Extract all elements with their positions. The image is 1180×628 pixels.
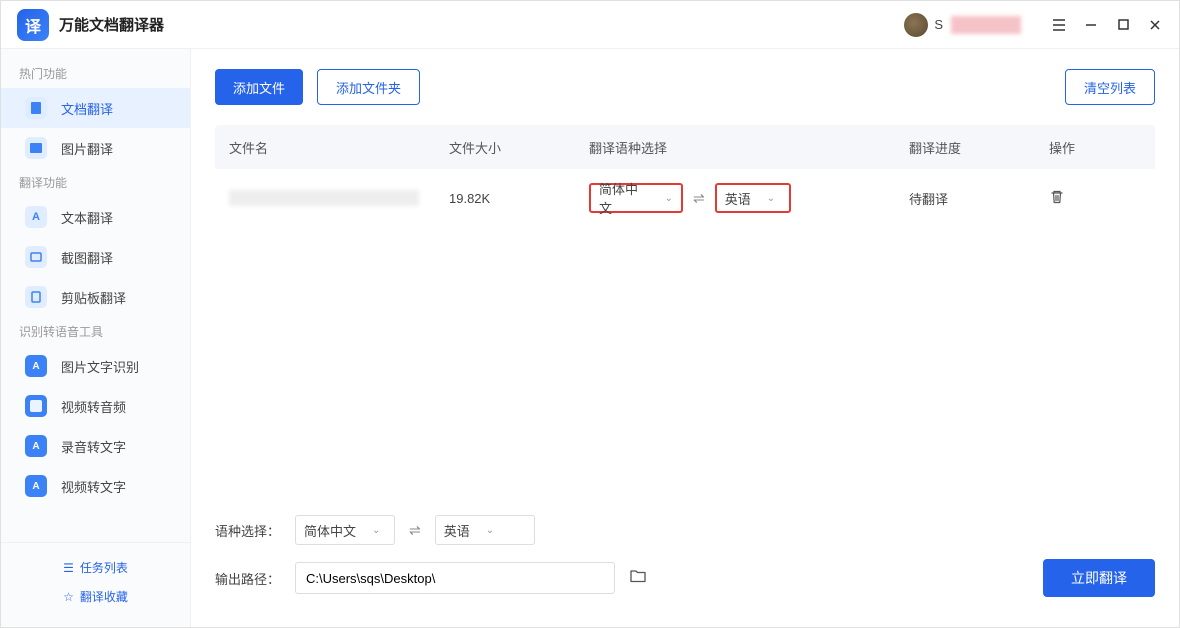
sidebar: 热门功能 文档翻译 图片翻译 翻译功能 A 文本翻译 截图翻译 剪贴板翻译 识别… (1, 49, 191, 627)
sidebar-item-screenshot-translate[interactable]: 截图翻译 (1, 237, 190, 277)
main-content: 添加文件 添加文件夹 清空列表 文件名 文件大小 翻译语种选择 翻译进度 操作 … (191, 49, 1179, 627)
bottom-controls: 语种选择： 简体中文 ⌄ ⇌ 英语 ⌄ 输出路径： 立即翻译 (215, 499, 1155, 611)
file-size-value: 19.82K (449, 191, 589, 206)
sidebar-section-hot: 热门功能 (1, 59, 190, 88)
sidebar-item-label: 视频转音频 (61, 397, 126, 416)
sidebar-item-video-to-audio[interactable]: 视频转音频 (1, 386, 190, 426)
sidebar-item-label: 图片文字识别 (61, 357, 139, 376)
titlebar: 译 万能文档翻译器 S (1, 1, 1179, 49)
global-lang-label: 语种选择： (215, 521, 281, 540)
filename-redacted (229, 190, 419, 206)
global-target-lang-select[interactable]: 英语 ⌄ (435, 515, 535, 545)
chevron-down-icon: ⌄ (486, 525, 494, 536)
doc-icon (25, 97, 47, 119)
app-logo-icon: 译 (17, 9, 49, 41)
user-name-redacted (951, 16, 1021, 34)
sidebar-item-clipboard-translate[interactable]: 剪贴板翻译 (1, 277, 190, 317)
select-value: 英语 (725, 189, 751, 208)
add-file-button[interactable]: 添加文件 (215, 69, 303, 105)
th-language: 翻译语种选择 (589, 138, 909, 157)
th-filename: 文件名 (229, 138, 449, 157)
toolbar: 添加文件 添加文件夹 清空列表 (215, 69, 1155, 105)
footer-link-label: 翻译收藏 (80, 588, 128, 605)
output-path-input[interactable] (295, 562, 615, 594)
footer-task-list[interactable]: ☰ 任务列表 (1, 553, 190, 582)
clipboard-icon (25, 286, 47, 308)
hamburger-icon[interactable] (1051, 17, 1067, 33)
row-source-lang-select[interactable]: 简体中文 ⌄ (589, 183, 683, 213)
maximize-button[interactable] (1115, 17, 1131, 33)
sidebar-section-tools: 识别转语音工具 (1, 317, 190, 346)
screenshot-icon (25, 246, 47, 268)
minimize-button[interactable] (1083, 17, 1099, 33)
browse-folder-button[interactable] (629, 567, 647, 590)
sidebar-item-doc-translate[interactable]: 文档翻译 (1, 88, 190, 128)
select-value: 英语 (444, 521, 470, 540)
sidebar-item-label: 剪贴板翻译 (61, 288, 126, 307)
app-title: 万能文档翻译器 (59, 14, 164, 35)
sidebar-item-text-translate[interactable]: A 文本翻译 (1, 197, 190, 237)
swap-icon[interactable]: ⇌ (693, 190, 705, 207)
delete-row-button[interactable] (1049, 193, 1065, 208)
close-button[interactable] (1147, 17, 1163, 33)
footer-favorites[interactable]: ☆ 翻译收藏 (1, 582, 190, 611)
user-avatar-icon[interactable] (904, 13, 928, 37)
chevron-down-icon: ⌄ (767, 193, 775, 204)
th-progress: 翻译进度 (909, 138, 1049, 157)
clear-list-button[interactable]: 清空列表 (1065, 69, 1155, 105)
select-value: 简体中文 (599, 179, 649, 217)
sidebar-section-translate: 翻译功能 (1, 168, 190, 197)
ocr-icon: A (25, 355, 47, 377)
row-target-lang-select[interactable]: 英语 ⌄ (715, 183, 791, 213)
sidebar-item-audio-to-text[interactable]: A 录音转文字 (1, 426, 190, 466)
text-icon: A (25, 206, 47, 228)
video-text-icon: A (25, 475, 47, 497)
sidebar-item-video-to-text[interactable]: A 视频转文字 (1, 466, 190, 506)
th-filesize: 文件大小 (449, 138, 589, 157)
star-icon: ☆ (63, 590, 74, 604)
chevron-down-icon: ⌄ (665, 193, 673, 204)
row-progress-value: 待翻译 (909, 189, 1049, 208)
global-source-lang-select[interactable]: 简体中文 ⌄ (295, 515, 395, 545)
table-row: 19.82K 简体中文 ⌄ ⇌ 英语 ⌄ 待翻译 (215, 169, 1155, 227)
sidebar-item-label: 图片翻译 (61, 139, 113, 158)
sidebar-item-ocr[interactable]: A 图片文字识别 (1, 346, 190, 386)
sidebar-item-image-translate[interactable]: 图片翻译 (1, 128, 190, 168)
sidebar-item-label: 录音转文字 (61, 437, 126, 456)
translate-now-button[interactable]: 立即翻译 (1043, 559, 1155, 597)
sidebar-item-label: 文本翻译 (61, 208, 113, 227)
th-action: 操作 (1049, 138, 1141, 157)
chevron-down-icon: ⌄ (372, 525, 380, 536)
sidebar-item-label: 视频转文字 (61, 477, 126, 496)
file-table: 文件名 文件大小 翻译语种选择 翻译进度 操作 19.82K 简体中文 ⌄ ⇌ (215, 125, 1155, 499)
sidebar-item-label: 截图翻译 (61, 248, 113, 267)
video-audio-icon (25, 395, 47, 417)
sidebar-item-label: 文档翻译 (61, 99, 113, 118)
list-icon: ☰ (63, 561, 74, 575)
footer-link-label: 任务列表 (80, 559, 128, 576)
add-folder-button[interactable]: 添加文件夹 (317, 69, 420, 105)
output-path-label: 输出路径： (215, 569, 281, 588)
image-icon (25, 137, 47, 159)
select-value: 简体中文 (304, 521, 356, 540)
table-header: 文件名 文件大小 翻译语种选择 翻译进度 操作 (215, 125, 1155, 169)
user-initial: S (934, 17, 943, 32)
swap-icon[interactable]: ⇌ (409, 522, 421, 539)
audio-text-icon: A (25, 435, 47, 457)
